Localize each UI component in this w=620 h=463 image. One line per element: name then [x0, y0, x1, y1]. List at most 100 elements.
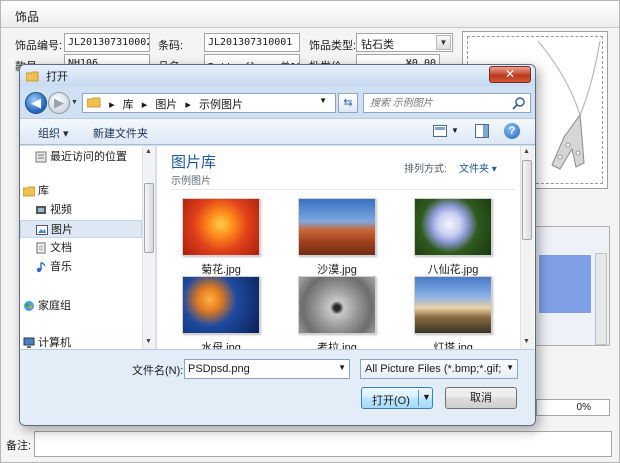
nav-item-recent-places[interactable]: 最近访问的位置: [20, 148, 142, 166]
file-thumbnail: [298, 276, 376, 334]
nav-label: 文档: [50, 242, 72, 254]
file-thumbnail: [298, 198, 376, 256]
dialog-title: 打开: [46, 71, 69, 83]
folder-icon: [86, 97, 101, 111]
navigation-pane: 最近访问的位置 库 视频 图片 文档 音乐 家庭组 计算机: [20, 146, 156, 349]
form-title: 饰品: [1, 1, 619, 28]
file-type-select[interactable]: All Picture Files (*.bmp;*.gif; ▼: [360, 359, 518, 379]
breadcrumb-separator-icon: ▸: [141, 98, 148, 111]
nav-item-pictures[interactable]: 图片: [20, 220, 142, 238]
scroll-thumb[interactable]: [522, 160, 532, 240]
nav-item-documents[interactable]: 文档: [20, 239, 142, 257]
breadcrumb-sample-pictures[interactable]: 示例图片: [199, 96, 243, 112]
file-thumbnail: [414, 198, 492, 256]
scroll-up-icon[interactable]: ▲: [145, 148, 152, 155]
side-list-panel[interactable]: [534, 226, 610, 346]
file-type-value: All Picture Files (*.bmp;*.gif;: [365, 363, 502, 375]
help-icon[interactable]: ?: [504, 123, 520, 139]
barcode-field[interactable]: JL201307310001: [204, 33, 300, 52]
file-name-label: 文件名(N):: [132, 365, 184, 377]
homegroup-icon: [23, 300, 35, 312]
close-button[interactable]: ✕: [489, 66, 531, 83]
new-folder-button[interactable]: 新建文件夹: [93, 125, 148, 141]
file-item-hydrangeas[interactable]: 八仙花.jpg: [413, 198, 493, 277]
file-item-koala[interactable]: 考拉.jpg: [297, 276, 377, 355]
item-type-value: 钻石类: [361, 39, 394, 51]
file-item-chrysanthemum[interactable]: 菊花.jpg: [181, 198, 261, 277]
view-options-icon[interactable]: [433, 125, 447, 137]
chevron-down-icon[interactable]: ▼: [338, 363, 346, 372]
dialog-titlebar[interactable]: 打开 ✕: [20, 65, 535, 86]
search-icon[interactable]: [512, 96, 526, 110]
nav-label: 图片: [51, 224, 73, 236]
forward-button[interactable]: ▶: [48, 92, 70, 114]
back-arrow-icon: ◀: [31, 95, 41, 110]
command-toolbar: 组织 ▾ 新建文件夹 ▼ ?: [20, 118, 535, 145]
file-name-value: PSDpsd.png: [188, 363, 250, 375]
address-bar[interactable]: ▸ 库 ▸ 图片 ▸ 示例图片 ▼: [82, 93, 336, 113]
chevron-down-icon[interactable]: ▼: [319, 96, 327, 105]
music-icon: [35, 261, 47, 273]
nav-label: 库: [38, 185, 49, 197]
preview-pane-icon[interactable]: [475, 124, 489, 138]
item-code-field[interactable]: JL201307310002: [64, 33, 150, 52]
breadcrumb-library[interactable]: 库: [123, 96, 134, 112]
percent-field[interactable]: 0%: [536, 399, 610, 416]
close-icon: ✕: [504, 67, 516, 81]
remark-field[interactable]: [34, 431, 612, 457]
nav-label: 视频: [50, 204, 72, 216]
navigation-scrollbar[interactable]: ▲ ▼: [142, 146, 155, 349]
split-divider: [418, 390, 419, 406]
nav-item-homegroup[interactable]: 家庭组: [20, 297, 142, 315]
file-name: 沙漠.jpg: [317, 264, 357, 276]
nav-label: 家庭组: [38, 300, 71, 312]
file-item-desert[interactable]: 沙漠.jpg: [297, 198, 377, 277]
nav-item-library[interactable]: 库: [20, 182, 142, 200]
scroll-thumb[interactable]: [144, 183, 154, 253]
file-name: 八仙花.jpg: [427, 264, 479, 276]
open-button-label: 打开(O): [372, 395, 410, 407]
history-dropdown-icon[interactable]: ▼: [71, 99, 79, 107]
breadcrumb-separator-icon: ▸: [185, 98, 191, 111]
item-code-label: 饰品编号:: [15, 40, 63, 52]
divider: [171, 189, 515, 190]
content-scrollbar[interactable]: ▲ ▼: [520, 146, 534, 349]
breadcrumb-separator-icon: ▸: [109, 98, 115, 111]
dialog-footer: 文件名(N): PSDpsd.png ▼ All Picture Files (…: [20, 349, 535, 425]
file-name-input[interactable]: PSDpsd.png ▼: [184, 359, 350, 379]
computer-icon: [23, 337, 35, 349]
library-title: 图片库: [171, 154, 217, 171]
search-input[interactable]: [364, 94, 504, 112]
pictures-icon: [36, 224, 48, 236]
list-selection: [539, 255, 591, 313]
cancel-button[interactable]: 取消: [445, 387, 517, 409]
file-thumbnail: [414, 276, 492, 334]
scroll-down-icon[interactable]: ▼: [145, 338, 152, 345]
organize-button[interactable]: 组织 ▾: [38, 125, 69, 141]
search-box[interactable]: [363, 93, 531, 113]
nav-label: 最近访问的位置: [50, 151, 127, 163]
back-button[interactable]: ◀: [25, 92, 47, 114]
chevron-down-icon[interactable]: ▼: [451, 126, 459, 135]
arrange-by-dropdown[interactable]: 文件夹 ▾: [459, 160, 497, 175]
breadcrumb-pictures[interactable]: 图片: [155, 96, 177, 112]
panel-scrollbar[interactable]: [595, 253, 607, 345]
scroll-down-icon[interactable]: ▼: [523, 338, 530, 345]
file-item-lighthouse[interactable]: 灯塔.jpg: [413, 276, 493, 355]
scroll-up-icon[interactable]: ▲: [523, 148, 530, 155]
open-button[interactable]: 打开(O) ▼: [361, 387, 433, 409]
open-file-dialog: 打开 ✕ ◀ ▶ ▼ ▸ 库 ▸ 图片 ▸ 示例图片 ▼ ⇆ 组织 ▾ 新建文件…: [19, 64, 536, 426]
navigation-row: ◀ ▶ ▼ ▸ 库 ▸ 图片 ▸ 示例图片 ▼ ⇆: [20, 87, 535, 117]
file-item-jellyfish[interactable]: 水母.jpg: [181, 276, 261, 355]
folder-icon: [25, 71, 39, 82]
file-thumbnail: [182, 276, 260, 334]
file-content-area: 图片库 示例图片 排列方式: 文件夹 ▾ 菊花.jpg 沙漠.jpg 八仙花.j…: [157, 146, 535, 354]
forward-arrow-icon: ▶: [54, 95, 64, 110]
item-type-select[interactable]: 钻石类 ▼: [356, 33, 453, 52]
chevron-down-icon[interactable]: ▼: [422, 392, 431, 402]
nav-item-videos[interactable]: 视频: [20, 201, 142, 219]
nav-item-music[interactable]: 音乐: [20, 258, 142, 276]
chevron-down-icon[interactable]: ▼: [506, 363, 514, 372]
refresh-button[interactable]: ⇆: [338, 93, 358, 113]
barcode-label: 条码:: [158, 40, 184, 52]
